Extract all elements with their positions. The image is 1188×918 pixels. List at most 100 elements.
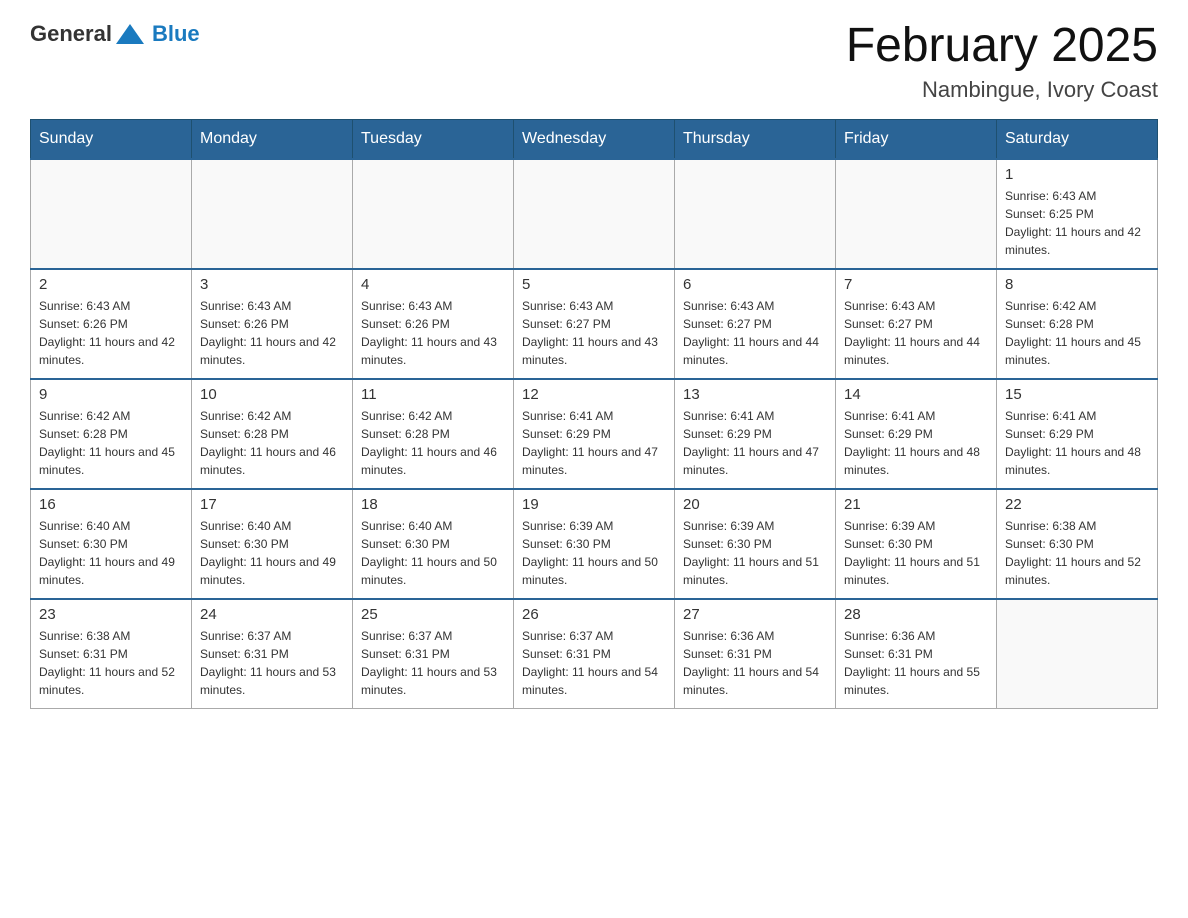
title-section: February 2025 Nambingue, Ivory Coast: [846, 20, 1158, 103]
calendar-week-row: 1Sunrise: 6:43 AM Sunset: 6:25 PM Daylig…: [31, 159, 1158, 269]
day-number: 7: [844, 276, 988, 293]
calendar-day-cell: 6 Sunrise: 6:43 AM Sunset: 6:27 PM Daylig…: [675, 269, 836, 379]
day-info: Sunrise: 6:41 AM Sunset: 6:29 PM Dayligh…: [1005, 407, 1149, 479]
day-info: Sunrise: 6:40 AM Sunset: 6:30 PM Dayligh…: [200, 517, 344, 589]
calendar-day-cell: 26 Sunrise: 6:37 AM Sunset: 6:31 PM Dayli…: [514, 599, 675, 709]
day-number: 14: [844, 386, 988, 403]
day-number: 11: [361, 386, 505, 403]
day-info: Sunrise: 6:40 AM Sunset: 6:30 PM Dayligh…: [361, 517, 505, 589]
calendar-day-cell: [997, 599, 1158, 709]
calendar-day-cell: 25 Sunrise: 6:37 AM Sunset: 6:31 PM Dayli…: [353, 599, 514, 709]
day-of-week-header: Sunday: [31, 119, 192, 159]
calendar-day-cell: 11Sunrise: 6:42 AM Sunset: 6:28 PM Dayli…: [353, 379, 514, 489]
day-info: Sunrise: 6:36 AM Sunset: 6:31 PM Dayligh…: [683, 627, 827, 699]
day-of-week-header: Wednesday: [514, 119, 675, 159]
calendar-day-cell: 22 Sunrise: 6:38 AM Sunset: 6:30 PM Dayli…: [997, 489, 1158, 599]
calendar-day-cell: 9 Sunrise: 6:42 AM Sunset: 6:28 PM Daylig…: [31, 379, 192, 489]
day-info: Sunrise: 6:37 AM Sunset: 6:31 PM Dayligh…: [361, 627, 505, 699]
day-number: 28: [844, 606, 988, 623]
day-number: 18: [361, 496, 505, 513]
location-text: Nambingue, Ivory Coast: [846, 77, 1158, 103]
calendar-day-cell: 5Sunrise: 6:43 AM Sunset: 6:27 PM Daylig…: [514, 269, 675, 379]
day-number: 24: [200, 606, 344, 623]
day-info: Sunrise: 6:38 AM Sunset: 6:31 PM Dayligh…: [39, 627, 183, 699]
logo-general-text: General: [30, 21, 112, 47]
calendar-day-cell: 2 Sunrise: 6:43 AM Sunset: 6:26 PM Daylig…: [31, 269, 192, 379]
day-number: 3: [200, 276, 344, 293]
logo-blue-text: Blue: [152, 21, 200, 47]
day-info: Sunrise: 6:43 AM Sunset: 6:27 PM Dayligh…: [683, 297, 827, 369]
day-number: 13: [683, 386, 827, 403]
calendar-day-cell: [353, 159, 514, 269]
calendar-day-cell: 13 Sunrise: 6:41 AM Sunset: 6:29 PM Dayli…: [675, 379, 836, 489]
day-number: 27: [683, 606, 827, 623]
calendar-day-cell: 27 Sunrise: 6:36 AM Sunset: 6:31 PM Dayli…: [675, 599, 836, 709]
calendar-day-cell: 10 Sunrise: 6:42 AM Sunset: 6:28 PM Dayli…: [192, 379, 353, 489]
calendar-day-cell: 8 Sunrise: 6:42 AM Sunset: 6:28 PM Daylig…: [997, 269, 1158, 379]
day-of-week-header: Thursday: [675, 119, 836, 159]
day-number: 15: [1005, 386, 1149, 403]
day-info: Sunrise: 6:39 AM Sunset: 6:30 PM Dayligh…: [844, 517, 988, 589]
calendar-day-cell: [514, 159, 675, 269]
day-info: Sunrise: 6:42 AM Sunset: 6:28 PM Dayligh…: [39, 407, 183, 479]
day-info: Sunrise: 6:43 AM Sunset: 6:27 PM Dayligh…: [844, 297, 988, 369]
calendar-day-cell: [836, 159, 997, 269]
day-number: 20: [683, 496, 827, 513]
calendar-week-row: 23Sunrise: 6:38 AM Sunset: 6:31 PM Dayli…: [31, 599, 1158, 709]
day-info: Sunrise: 6:41 AM Sunset: 6:29 PM Dayligh…: [683, 407, 827, 479]
calendar-day-cell: 12Sunrise: 6:41 AM Sunset: 6:29 PM Dayli…: [514, 379, 675, 489]
calendar-header-row: SundayMondayTuesdayWednesdayThursdayFrid…: [31, 119, 1158, 159]
day-of-week-header: Tuesday: [353, 119, 514, 159]
calendar-day-cell: 24 Sunrise: 6:37 AM Sunset: 6:31 PM Dayli…: [192, 599, 353, 709]
day-number: 22: [1005, 496, 1149, 513]
day-info: Sunrise: 6:43 AM Sunset: 6:26 PM Dayligh…: [39, 297, 183, 369]
calendar-day-cell: 21 Sunrise: 6:39 AM Sunset: 6:30 PM Dayli…: [836, 489, 997, 599]
day-info: Sunrise: 6:43 AM Sunset: 6:27 PM Dayligh…: [522, 297, 666, 369]
day-info: Sunrise: 6:43 AM Sunset: 6:26 PM Dayligh…: [361, 297, 505, 369]
day-number: 16: [39, 496, 183, 513]
calendar-day-cell: 7 Sunrise: 6:43 AM Sunset: 6:27 PM Daylig…: [836, 269, 997, 379]
calendar-table: SundayMondayTuesdayWednesdayThursdayFrid…: [30, 119, 1158, 710]
calendar-day-cell: 16 Sunrise: 6:40 AM Sunset: 6:30 PM Dayli…: [31, 489, 192, 599]
day-number: 26: [522, 606, 666, 623]
day-info: Sunrise: 6:41 AM Sunset: 6:29 PM Dayligh…: [522, 407, 666, 479]
day-number: 25: [361, 606, 505, 623]
day-info: Sunrise: 6:38 AM Sunset: 6:30 PM Dayligh…: [1005, 517, 1149, 589]
calendar-day-cell: [675, 159, 836, 269]
day-info: Sunrise: 6:43 AM Sunset: 6:25 PM Dayligh…: [1005, 187, 1149, 259]
day-info: Sunrise: 6:36 AM Sunset: 6:31 PM Dayligh…: [844, 627, 988, 699]
day-number: 21: [844, 496, 988, 513]
day-info: Sunrise: 6:42 AM Sunset: 6:28 PM Dayligh…: [200, 407, 344, 479]
day-number: 4: [361, 276, 505, 293]
calendar-week-row: 2 Sunrise: 6:43 AM Sunset: 6:26 PM Daylig…: [31, 269, 1158, 379]
month-title: February 2025: [846, 20, 1158, 73]
calendar-day-cell: 1Sunrise: 6:43 AM Sunset: 6:25 PM Daylig…: [997, 159, 1158, 269]
day-number: 9: [39, 386, 183, 403]
day-info: Sunrise: 6:42 AM Sunset: 6:28 PM Dayligh…: [1005, 297, 1149, 369]
day-info: Sunrise: 6:37 AM Sunset: 6:31 PM Dayligh…: [522, 627, 666, 699]
day-info: Sunrise: 6:40 AM Sunset: 6:30 PM Dayligh…: [39, 517, 183, 589]
day-number: 19: [522, 496, 666, 513]
logo-icon: [116, 20, 144, 48]
day-number: 8: [1005, 276, 1149, 293]
day-number: 10: [200, 386, 344, 403]
calendar-day-cell: 15 Sunrise: 6:41 AM Sunset: 6:29 PM Dayli…: [997, 379, 1158, 489]
calendar-day-cell: 3 Sunrise: 6:43 AM Sunset: 6:26 PM Daylig…: [192, 269, 353, 379]
day-info: Sunrise: 6:41 AM Sunset: 6:29 PM Dayligh…: [844, 407, 988, 479]
calendar-day-cell: 20 Sunrise: 6:39 AM Sunset: 6:30 PM Dayli…: [675, 489, 836, 599]
calendar-day-cell: [31, 159, 192, 269]
calendar-week-row: 9 Sunrise: 6:42 AM Sunset: 6:28 PM Daylig…: [31, 379, 1158, 489]
day-number: 6: [683, 276, 827, 293]
day-number: 2: [39, 276, 183, 293]
day-info: Sunrise: 6:37 AM Sunset: 6:31 PM Dayligh…: [200, 627, 344, 699]
calendar-day-cell: [192, 159, 353, 269]
day-of-week-header: Monday: [192, 119, 353, 159]
day-info: Sunrise: 6:43 AM Sunset: 6:26 PM Dayligh…: [200, 297, 344, 369]
calendar-week-row: 16 Sunrise: 6:40 AM Sunset: 6:30 PM Dayli…: [31, 489, 1158, 599]
calendar-day-cell: 14 Sunrise: 6:41 AM Sunset: 6:29 PM Dayli…: [836, 379, 997, 489]
calendar-day-cell: 23Sunrise: 6:38 AM Sunset: 6:31 PM Dayli…: [31, 599, 192, 709]
calendar-day-cell: 28 Sunrise: 6:36 AM Sunset: 6:31 PM Dayli…: [836, 599, 997, 709]
calendar-day-cell: 17Sunrise: 6:40 AM Sunset: 6:30 PM Dayli…: [192, 489, 353, 599]
day-info: Sunrise: 6:39 AM Sunset: 6:30 PM Dayligh…: [683, 517, 827, 589]
calendar-day-cell: 19Sunrise: 6:39 AM Sunset: 6:30 PM Dayli…: [514, 489, 675, 599]
